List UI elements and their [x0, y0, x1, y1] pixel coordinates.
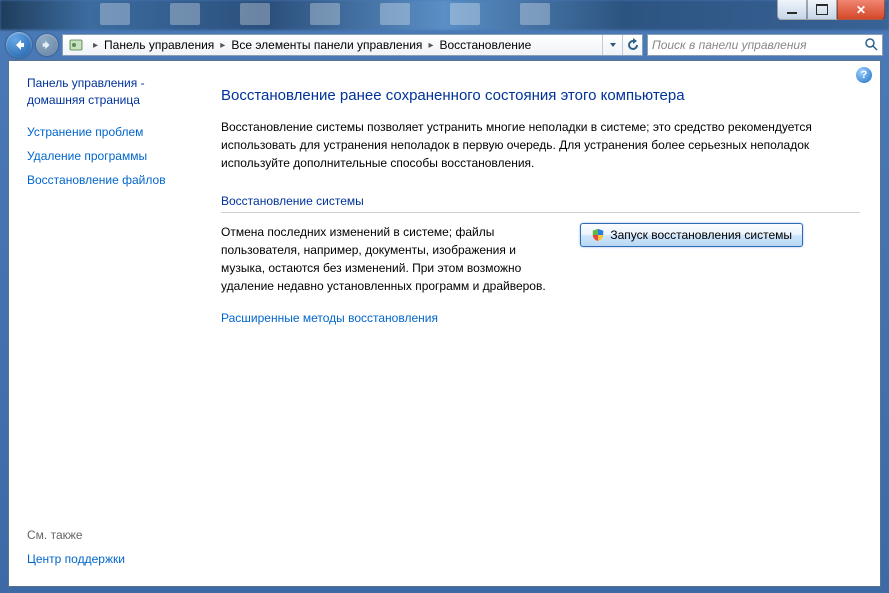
- search-placeholder: Поиск в панели управления: [652, 38, 807, 52]
- main-window: Панель управления - домашняя страница Ус…: [8, 60, 881, 587]
- action-center-link[interactable]: Центр поддержки: [27, 552, 197, 566]
- system-restore-button-label: Запуск восстановления системы: [610, 228, 792, 242]
- sidebar: Панель управления - домашняя страница Ус…: [9, 61, 209, 586]
- shield-icon: [591, 228, 605, 242]
- control-panel-home-link[interactable]: Панель управления - домашняя страница: [27, 75, 197, 109]
- forward-button[interactable]: [36, 34, 58, 56]
- back-button[interactable]: [6, 32, 32, 58]
- close-button[interactable]: [837, 0, 885, 20]
- content-area: ? Восстановление ранее сохраненного сост…: [209, 61, 880, 586]
- refresh-button[interactable]: [622, 35, 642, 55]
- window-controls: [777, 0, 885, 20]
- system-restore-row: Отмена последних изменений в системе; фа…: [221, 223, 860, 295]
- sidebar-item-uninstall[interactable]: Удаление программы: [27, 149, 197, 163]
- navigation-row: ▸ Панель управления ▸ Все элементы панел…: [0, 30, 889, 60]
- search-input[interactable]: Поиск в панели управления: [647, 34, 883, 56]
- minimize-button[interactable]: [777, 0, 807, 20]
- sidebar-item-file-recovery[interactable]: Восстановление файлов: [27, 173, 197, 187]
- arrow-left-icon: [12, 38, 26, 52]
- section-heading: Восстановление системы: [221, 194, 860, 213]
- arrow-right-icon: [41, 39, 53, 51]
- search-icon[interactable]: [864, 37, 878, 54]
- address-bar[interactable]: ▸ Панель управления ▸ Все элементы панел…: [62, 34, 643, 56]
- breadcrumb-all-items[interactable]: Все элементы панели управления: [229, 35, 424, 55]
- page-title: Восстановление ранее сохраненного состоя…: [221, 87, 860, 104]
- breadcrumb-control-panel[interactable]: Панель управления: [102, 35, 216, 55]
- system-restore-button[interactable]: Запуск восстановления системы: [580, 223, 803, 247]
- sidebar-item-troubleshoot[interactable]: Устранение проблем: [27, 125, 197, 139]
- chevron-right-icon: ▸: [89, 40, 102, 51]
- see-also-label: См. также: [27, 528, 197, 542]
- refresh-icon: [626, 38, 640, 52]
- chevron-right-icon: ▸: [216, 40, 229, 51]
- desktop-icons-blur: [0, 3, 889, 27]
- page-description: Восстановление системы позволяет устрани…: [221, 118, 841, 172]
- control-panel-icon: [67, 37, 85, 53]
- help-icon[interactable]: ?: [856, 67, 872, 83]
- chevron-down-icon: [609, 41, 617, 49]
- advanced-recovery-link[interactable]: Расширенные методы восстановления: [221, 311, 438, 325]
- system-restore-description: Отмена последних изменений в системе; фа…: [221, 223, 551, 295]
- address-dropdown-button[interactable]: [602, 35, 622, 55]
- maximize-button[interactable]: [807, 0, 837, 20]
- breadcrumb-recovery[interactable]: Восстановление: [437, 35, 533, 55]
- chevron-right-icon: ▸: [424, 40, 437, 51]
